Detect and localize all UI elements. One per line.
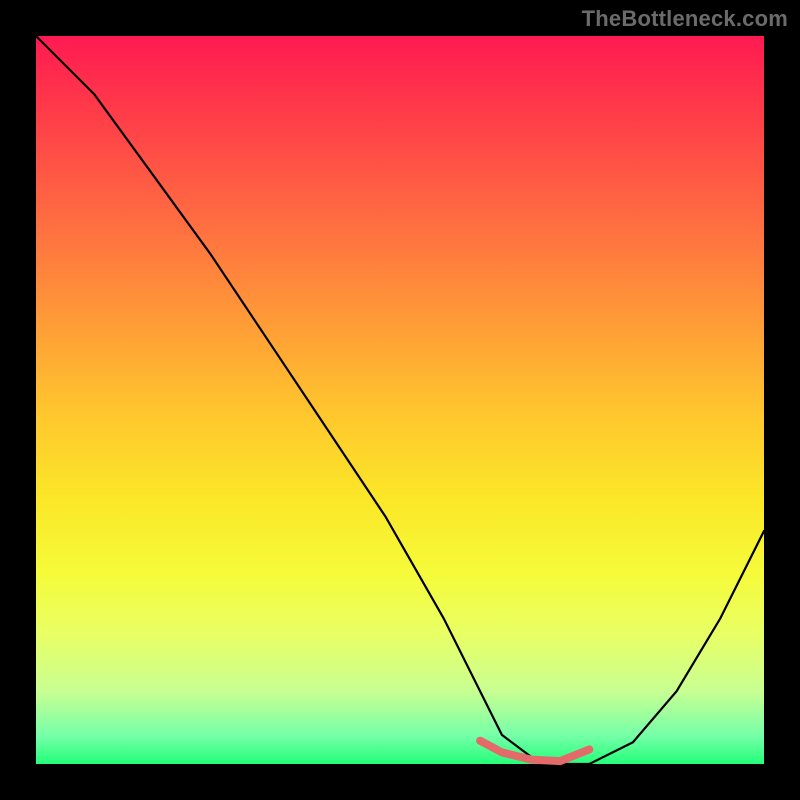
chart-canvas: TheBottleneck.com <box>0 0 800 800</box>
highlight-segment-path <box>480 741 589 761</box>
plot-area <box>36 36 764 764</box>
watermark-text: TheBottleneck.com <box>582 6 788 32</box>
bottleneck-curve-path <box>36 36 764 764</box>
curve-svg <box>36 36 764 764</box>
